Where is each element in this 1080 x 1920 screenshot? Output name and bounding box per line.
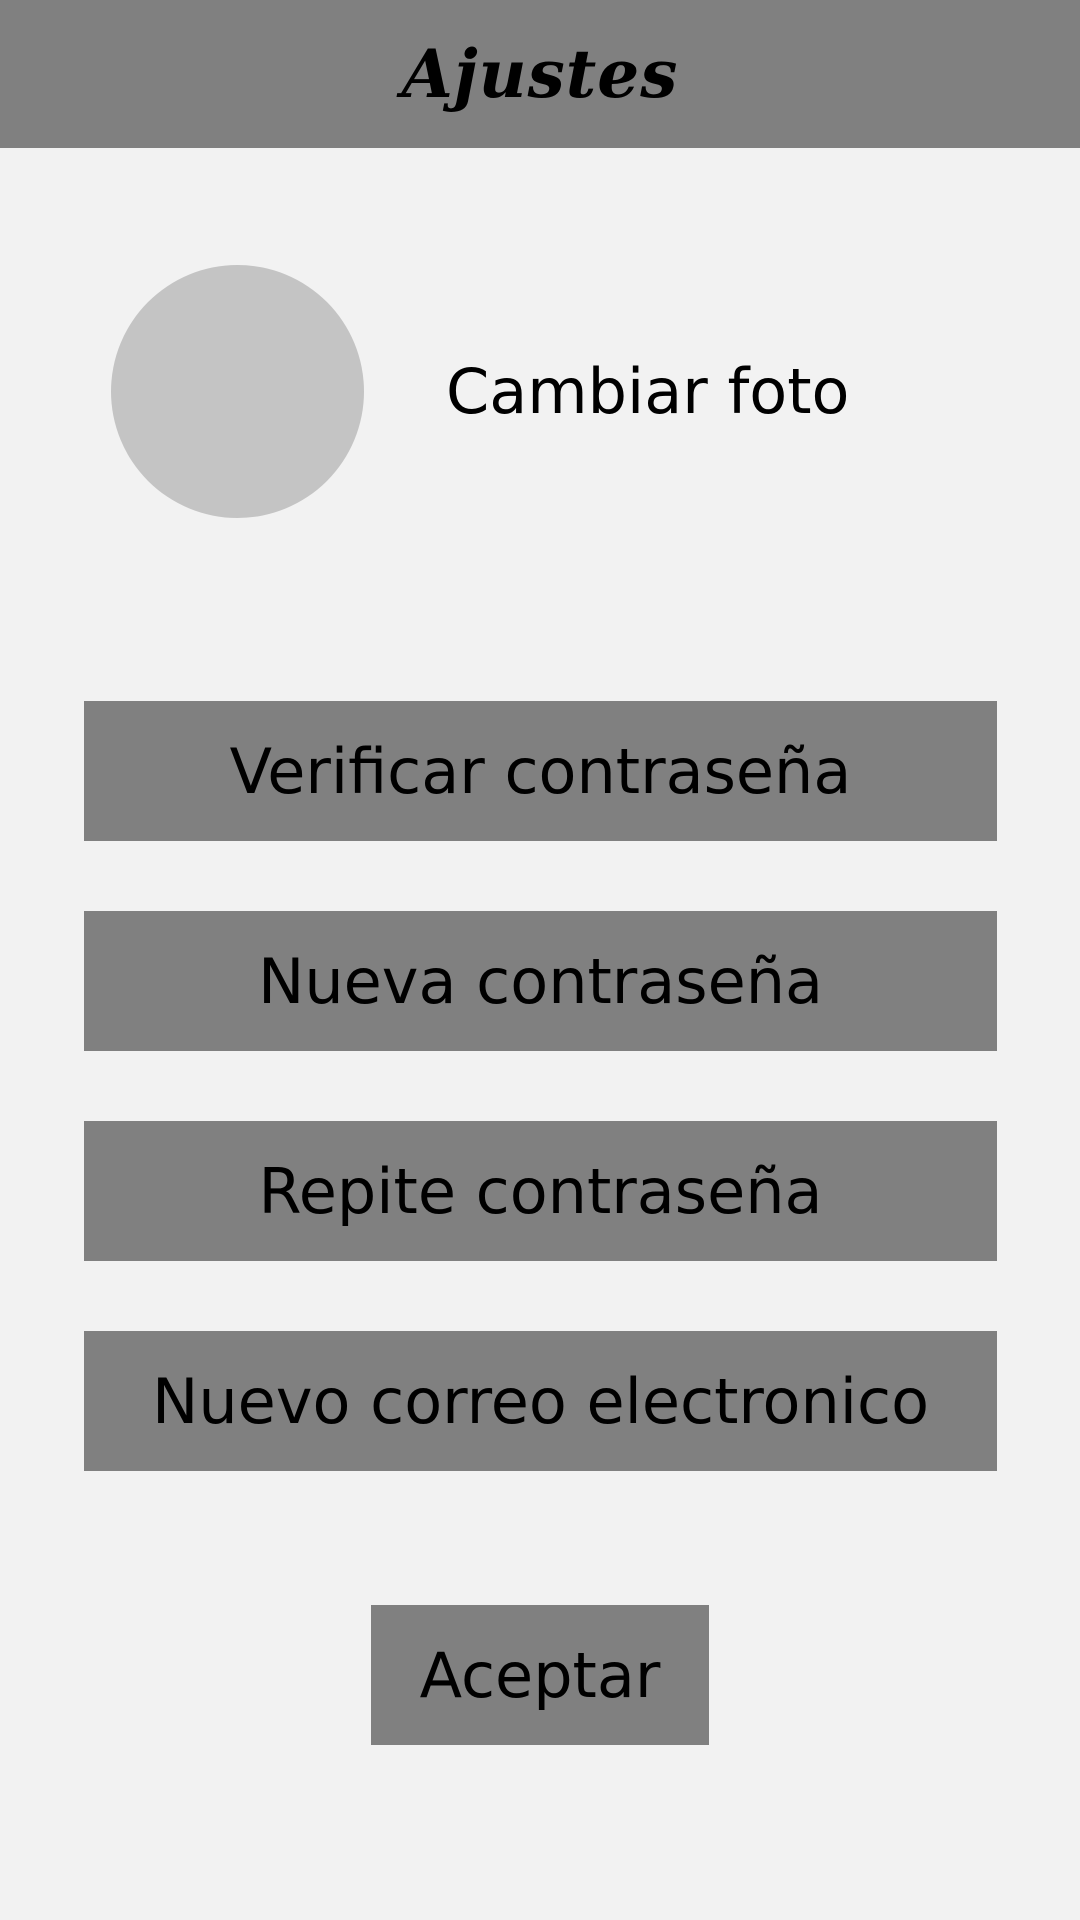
new-email-button[interactable]: Nuevo correo electronico bbox=[84, 1331, 997, 1471]
app-header: Ajustes bbox=[0, 0, 1080, 148]
page-title: Ajustes bbox=[401, 35, 679, 113]
avatar[interactable] bbox=[111, 265, 364, 518]
accept-button[interactable]: Aceptar bbox=[371, 1605, 709, 1745]
change-photo-link[interactable]: Cambiar foto bbox=[446, 352, 849, 432]
repeat-password-button[interactable]: Repite contraseña bbox=[84, 1121, 997, 1261]
new-password-button[interactable]: Nueva contraseña bbox=[84, 911, 997, 1051]
verify-password-button[interactable]: Verificar contraseña bbox=[84, 701, 997, 841]
